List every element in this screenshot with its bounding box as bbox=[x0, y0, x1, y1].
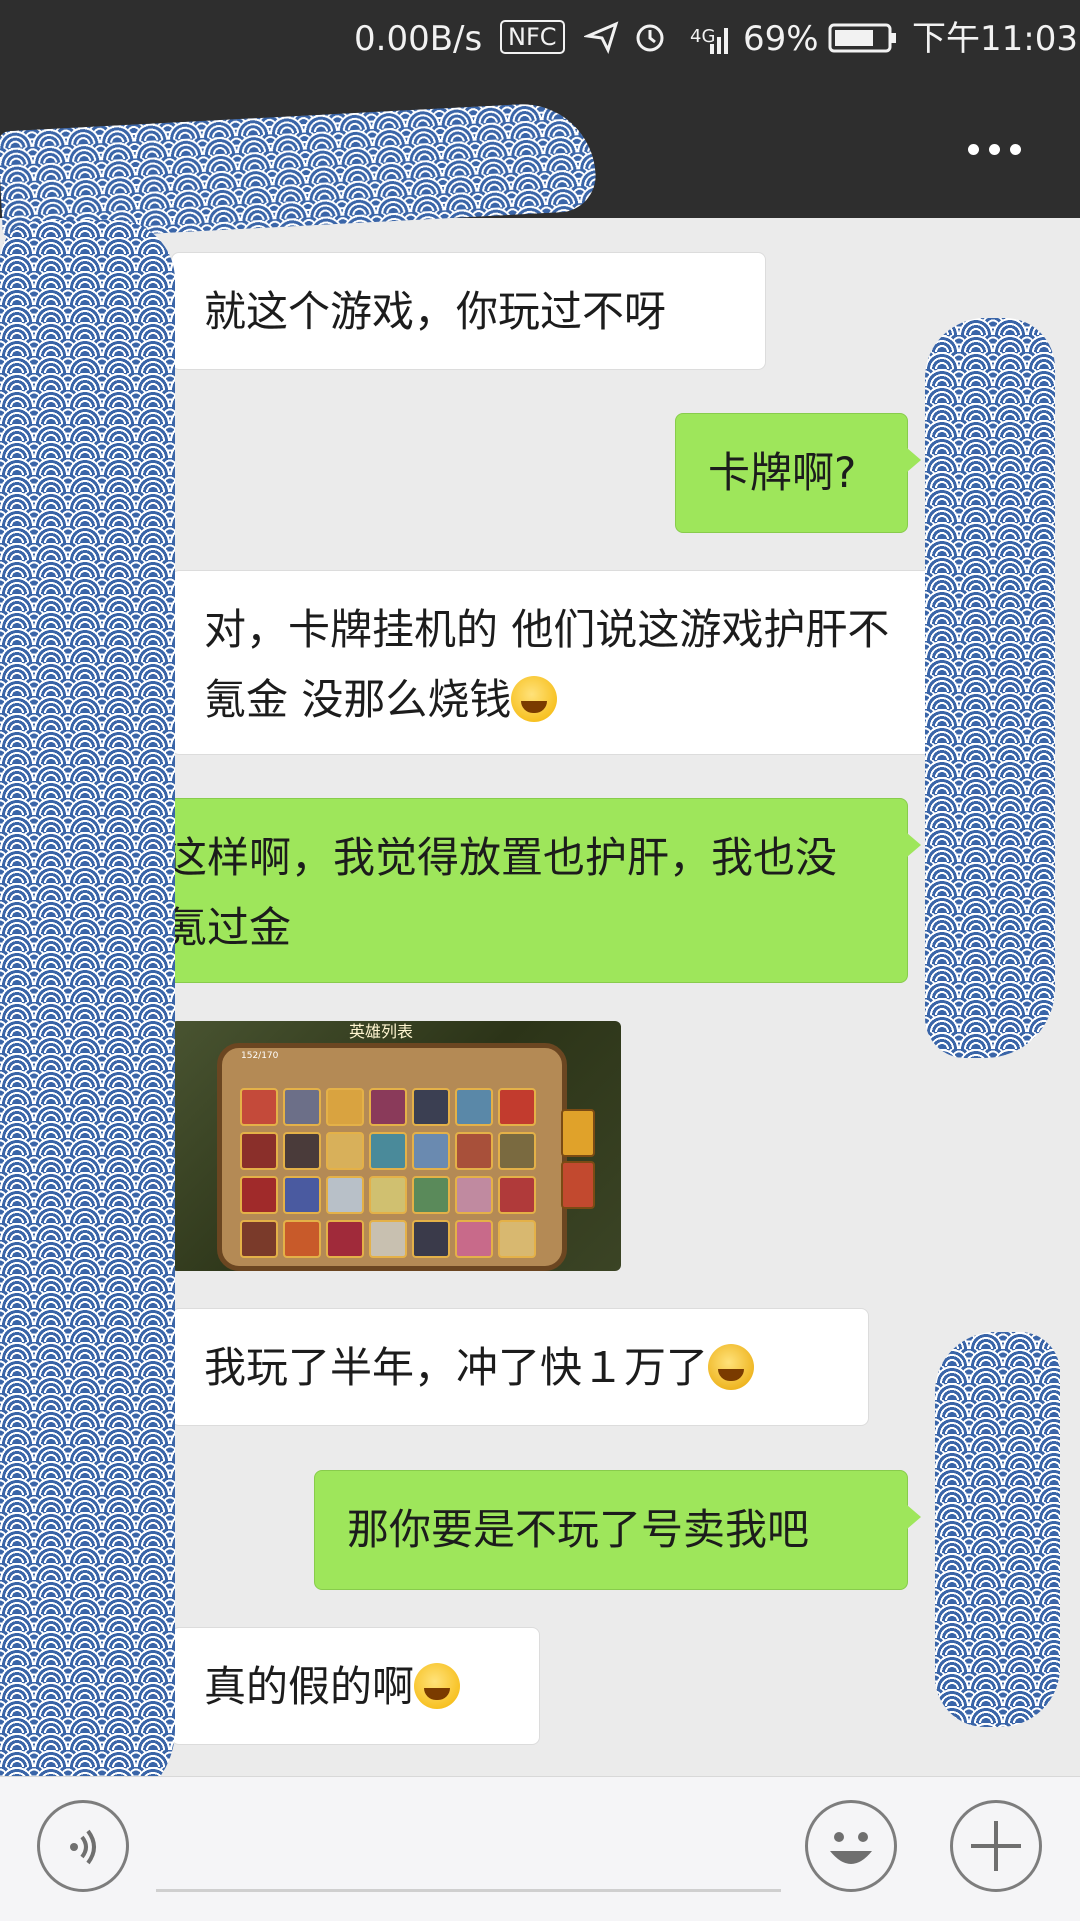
alarm-icon bbox=[632, 18, 668, 64]
hero-tile bbox=[283, 1176, 321, 1214]
message-input-underline[interactable] bbox=[156, 1889, 781, 1892]
clock-time: 下午11:03 bbox=[912, 19, 1078, 59]
message-text: 卡牌啊? bbox=[708, 448, 857, 497]
hero-tile bbox=[498, 1176, 536, 1214]
game-hero-counter: 152/170 bbox=[241, 1051, 279, 1061]
dot bbox=[1010, 144, 1021, 155]
hero-tile bbox=[240, 1088, 278, 1126]
nfc-icon: NFC bbox=[500, 20, 565, 54]
image-message[interactable]: 英雄列表 152/170 bbox=[171, 1021, 621, 1271]
message-incoming[interactable]: 对，卡牌挂机的 他们说这游戏护肝不氪金 没那么烧钱 bbox=[158, 570, 941, 755]
hero-tile bbox=[455, 1132, 493, 1170]
game-panel-title: 英雄列表 bbox=[348, 1022, 413, 1041]
hero-tile bbox=[240, 1220, 278, 1258]
hero-tile bbox=[326, 1220, 364, 1258]
hero-tile bbox=[498, 1220, 536, 1258]
hero-tile bbox=[498, 1132, 536, 1170]
message-outgoing[interactable]: 那你要是不玩了号卖我吧 bbox=[314, 1470, 921, 1590]
emoji-icon[interactable] bbox=[805, 1800, 897, 1892]
battery-icon bbox=[828, 22, 898, 64]
hero-tile bbox=[369, 1220, 407, 1258]
message-text: 真的假的啊 bbox=[204, 1662, 415, 1711]
hero-tile bbox=[326, 1132, 364, 1170]
hero-tile bbox=[455, 1176, 493, 1214]
redaction-scribble bbox=[0, 220, 175, 1810]
message-outgoing[interactable]: 这样啊，我觉得放置也护肝，我也没氪过金 bbox=[132, 798, 921, 983]
hero-tile bbox=[412, 1176, 450, 1214]
dot bbox=[989, 144, 1000, 155]
message-text: 我玩了半年，冲了快１万了 bbox=[204, 1343, 709, 1392]
redaction-scribble bbox=[935, 1332, 1060, 1727]
battery-percent: 69% bbox=[743, 19, 819, 59]
signal-bars-icon bbox=[700, 22, 734, 66]
hero-grid bbox=[240, 1088, 540, 1258]
game-hero-panel bbox=[217, 1043, 567, 1271]
hero-tile bbox=[455, 1088, 493, 1126]
hero-tile bbox=[369, 1132, 407, 1170]
grinning-emoji-icon bbox=[414, 1663, 461, 1709]
message-text: 就这个游戏，你玩过不呀 bbox=[204, 287, 667, 336]
network-speed: 0.00B/s bbox=[354, 19, 483, 59]
hero-tile bbox=[455, 1220, 493, 1258]
more-dots-icon[interactable] bbox=[960, 130, 1030, 170]
voice-icon[interactable] bbox=[37, 1800, 129, 1892]
status-bar: 0.00B/s NFC 4G 69% 下午11:03 bbox=[0, 0, 1080, 78]
message-text: 那你要是不玩了号卖我吧 bbox=[347, 1505, 810, 1554]
hero-tile bbox=[412, 1132, 450, 1170]
mute-icon bbox=[582, 18, 620, 64]
message-outgoing[interactable]: 卡牌啊? bbox=[675, 413, 921, 533]
dot bbox=[968, 144, 979, 155]
plus-icon[interactable] bbox=[950, 1800, 1042, 1892]
hero-tile bbox=[369, 1088, 407, 1126]
message-incoming[interactable]: 就这个游戏，你玩过不呀 bbox=[158, 252, 766, 370]
hero-tile bbox=[283, 1088, 321, 1126]
game-side-button bbox=[561, 1161, 595, 1209]
hero-tile bbox=[240, 1132, 278, 1170]
hero-tile bbox=[412, 1220, 450, 1258]
crying-laughing-emoji-icon bbox=[708, 1344, 755, 1390]
message-text: 这样啊，我觉得放置也护肝，我也没氪过金 bbox=[165, 833, 838, 952]
laughing-emoji-icon bbox=[511, 676, 558, 722]
hero-tile bbox=[326, 1176, 364, 1214]
hero-tile bbox=[283, 1220, 321, 1258]
hero-tile bbox=[240, 1176, 278, 1214]
input-bar bbox=[0, 1776, 1080, 1921]
message-incoming[interactable]: 真的假的啊 bbox=[158, 1627, 540, 1745]
hero-tile bbox=[498, 1088, 536, 1126]
message-incoming[interactable]: 我玩了半年，冲了快１万了 bbox=[158, 1308, 869, 1426]
hero-tile bbox=[412, 1088, 450, 1126]
game-side-button bbox=[561, 1109, 595, 1157]
hero-tile bbox=[369, 1176, 407, 1214]
hero-tile bbox=[283, 1132, 321, 1170]
hero-tile bbox=[326, 1088, 364, 1126]
redaction-scribble bbox=[925, 318, 1055, 1058]
